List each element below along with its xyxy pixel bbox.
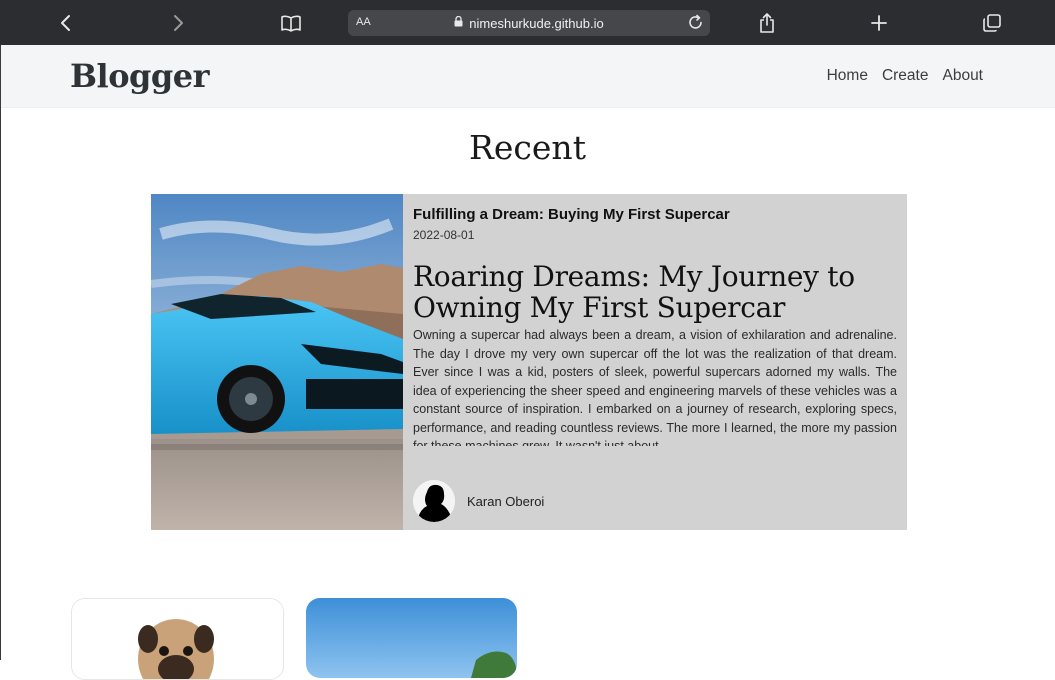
- featured-post-card[interactable]: Fulfilling a Dream: Buying My First Supe…: [151, 194, 907, 530]
- post-title[interactable]: Fulfilling a Dream: Buying My First Supe…: [413, 206, 897, 223]
- supercar-image: [151, 194, 403, 530]
- nav-home-link[interactable]: Home: [827, 67, 868, 85]
- chevron-right-icon[interactable]: [158, 0, 198, 45]
- nav-about-link[interactable]: About: [942, 67, 983, 85]
- post-excerpt: Owning a supercar had always been a drea…: [413, 328, 897, 446]
- nav-create-link[interactable]: Create: [882, 67, 929, 85]
- address-bar[interactable]: AA nimeshurkude.github.io: [348, 10, 710, 36]
- pug-image: [72, 599, 283, 679]
- book-icon[interactable]: [271, 0, 311, 45]
- reload-icon[interactable]: [687, 14, 704, 36]
- landscape-image: [306, 598, 517, 678]
- browser-toolbar: AA nimeshurkude.github.io: [0, 0, 1055, 45]
- featured-post-body: Fulfilling a Dream: Buying My First Supe…: [413, 206, 897, 446]
- post-heading: Roaring Dreams: My Journey to Owning My …: [413, 260, 855, 324]
- plus-icon[interactable]: [859, 0, 899, 45]
- post-date: 2022-08-01: [413, 228, 475, 242]
- url-text: nimeshurkude.github.io: [469, 15, 604, 31]
- share-icon[interactable]: [747, 0, 787, 45]
- chevron-left-icon[interactable]: [46, 0, 86, 45]
- avatar: [413, 480, 455, 522]
- post-author[interactable]: Karan Oberoi: [413, 480, 544, 522]
- brand-logo[interactable]: Blogger: [70, 57, 210, 95]
- section-title: Recent: [469, 128, 586, 167]
- post-card-pug[interactable]: [71, 598, 284, 680]
- site-navbar: Blogger Home Create About: [1, 45, 1055, 108]
- lock-icon: [454, 14, 463, 32]
- nav-links: Home Create About: [827, 67, 983, 85]
- tabs-icon[interactable]: [972, 0, 1012, 45]
- post-card-landscape[interactable]: [306, 598, 517, 678]
- author-name: Karan Oberoi: [467, 493, 545, 509]
